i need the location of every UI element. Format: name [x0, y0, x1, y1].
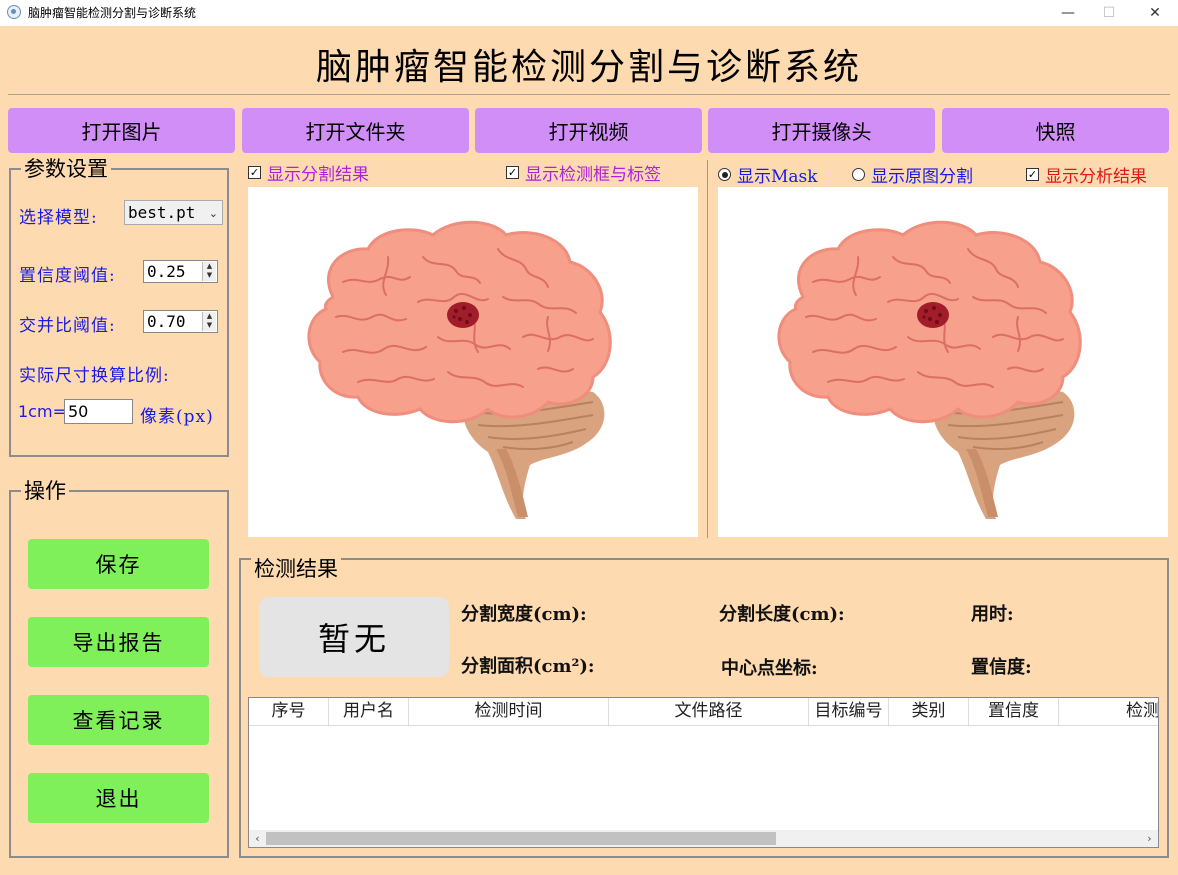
scale-input[interactable]: 50: [64, 399, 133, 424]
operations-group-title: 操作: [21, 478, 69, 504]
scroll-right-icon[interactable]: ›: [1141, 830, 1158, 847]
col-header[interactable]: 文件路径: [609, 698, 809, 726]
horizontal-scrollbar[interactable]: ‹ ›: [249, 830, 1158, 847]
export-report-button[interactable]: 导出报告: [28, 617, 209, 667]
checkbox-checked-icon: ✓: [506, 166, 519, 179]
show-analysis-label: 显示分析结果: [1045, 167, 1147, 187]
params-group-title: 参数设置: [21, 156, 111, 182]
results-table[interactable]: 序号 用户名 检测时间 文件路径 目标编号 类别 置信度 检测 ‹ ›: [248, 697, 1159, 848]
spin-up-icon[interactable]: ▲: [203, 262, 216, 271]
model-label: 选择模型:: [19, 208, 98, 228]
chevron-down-icon: ⌄: [208, 207, 218, 220]
show-box-label: 显示检测框与标签: [525, 165, 661, 185]
scroll-left-icon[interactable]: ‹: [249, 830, 266, 847]
iou-spinbox[interactable]: 0.70 ▲ ▼: [143, 310, 218, 333]
spin-buttons[interactable]: ▲ ▼: [202, 312, 216, 331]
window-titlebar: 脑肿瘤智能检测分割与诊断系统 — ☐ ✕: [0, 0, 1178, 26]
iou-label: 交并比阈值:: [19, 316, 116, 336]
show-orig-label: 显示原图分割: [871, 167, 973, 187]
show-seg-label: 显示分割结果: [267, 165, 369, 185]
status-badge: 暂无: [259, 597, 449, 677]
conf-spinbox[interactable]: 0.25 ▲ ▼: [143, 260, 218, 283]
snapshot-button[interactable]: 快照: [942, 108, 1169, 153]
checkbox-checked-icon: ✓: [1026, 168, 1039, 181]
spin-up-icon[interactable]: ▲: [203, 312, 216, 321]
open-image-button[interactable]: 打开图片: [8, 108, 235, 153]
col-header[interactable]: 检测时间: [409, 698, 609, 726]
save-button[interactable]: 保存: [28, 539, 209, 589]
show-box-checkbox[interactable]: ✓ 显示检测框与标签: [506, 160, 661, 185]
scale-prefix: 1cm=: [18, 402, 66, 421]
col-header[interactable]: 目标编号: [809, 698, 889, 726]
checkbox-checked-icon: ✓: [248, 166, 261, 179]
radio-selected-icon: [718, 168, 731, 181]
close-button[interactable]: ✕: [1132, 0, 1178, 26]
window-title: 脑肿瘤智能检测分割与诊断系统: [28, 6, 197, 20]
spin-down-icon[interactable]: ▼: [203, 271, 216, 280]
exit-button[interactable]: 退出: [28, 773, 209, 823]
page-title: 脑肿瘤智能检测分割与诊断系统: [315, 47, 862, 88]
show-seg-checkbox[interactable]: ✓ 显示分割结果: [248, 160, 369, 185]
col-header[interactable]: 序号: [249, 698, 329, 726]
original-image-panel: [248, 187, 698, 537]
open-folder-button[interactable]: 打开文件夹: [242, 108, 469, 153]
title-divider: [8, 94, 1170, 95]
radio-unselected-icon: [852, 168, 865, 181]
tumor-marker: [447, 302, 479, 328]
result-image-panel: [718, 187, 1168, 537]
maximize-button[interactable]: ☐: [1086, 0, 1132, 26]
conf-value: 0.25: [147, 262, 186, 281]
table-header: 序号 用户名 检测时间 文件路径 目标编号 类别 置信度 检测: [249, 698, 1158, 726]
model-select-value: best.pt: [128, 203, 196, 222]
show-mask-radio[interactable]: 显示Mask: [718, 162, 818, 187]
spin-down-icon[interactable]: ▼: [203, 321, 216, 330]
brain-illustration: [307, 220, 612, 519]
confidence-label: 置信度:: [971, 657, 1032, 678]
center-label: 中心点坐标:: [721, 658, 818, 679]
seg-width-label: 分割宽度(cm):: [461, 604, 587, 625]
conf-label: 置信度阈值:: [19, 266, 116, 286]
iou-value: 0.70: [147, 312, 186, 331]
scale-unit: 像素(px): [140, 407, 214, 427]
scale-label: 实际尺寸换算比例:: [19, 366, 170, 386]
time-label: 用时:: [971, 604, 1014, 625]
seg-length-label: 分割长度(cm):: [719, 604, 845, 625]
open-camera-button[interactable]: 打开摄像头: [708, 108, 935, 153]
minimize-button[interactable]: —: [1045, 0, 1091, 26]
scrollbar-thumb[interactable]: [266, 832, 776, 845]
results-group-title: 检测结果: [251, 556, 341, 582]
open-video-button[interactable]: 打开视频: [475, 108, 702, 153]
tumor-marker: [917, 302, 949, 328]
col-header[interactable]: 用户名: [329, 698, 409, 726]
spin-buttons[interactable]: ▲ ▼: [202, 262, 216, 281]
show-mask-label: 显示Mask: [737, 167, 818, 187]
col-header[interactable]: 置信度: [969, 698, 1059, 726]
model-select[interactable]: best.pt ⌄: [124, 200, 223, 225]
col-header[interactable]: 类别: [889, 698, 969, 726]
col-header[interactable]: 检测: [1059, 698, 1158, 726]
seg-area-label: 分割面积(cm²):: [461, 656, 595, 677]
view-records-button[interactable]: 查看记录: [28, 695, 209, 745]
app-logo-icon: [7, 5, 21, 19]
show-orig-radio[interactable]: 显示原图分割: [852, 162, 973, 187]
brain-illustration: [777, 220, 1082, 519]
show-analysis-checkbox[interactable]: ✓ 显示分析结果: [1026, 162, 1147, 187]
panel-divider: [707, 160, 708, 538]
